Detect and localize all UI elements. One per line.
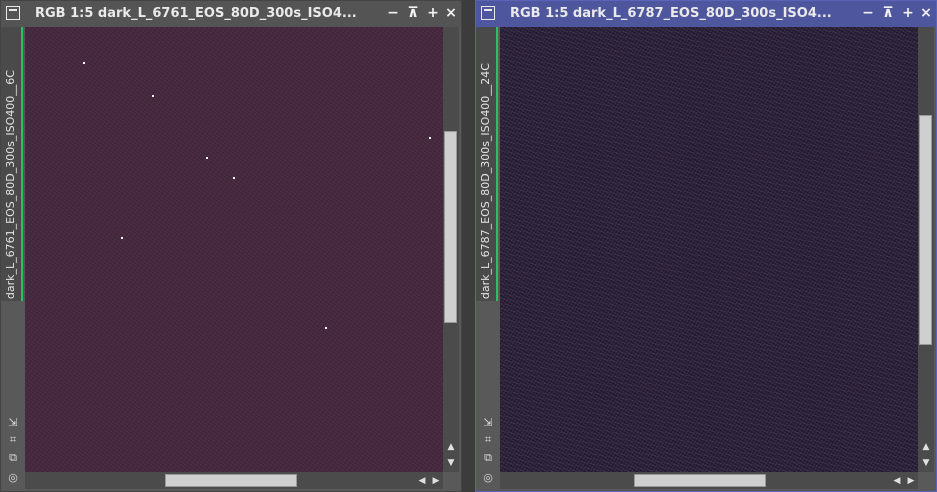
window-1-horizontal-scrollbar[interactable]: ◀ ▶ bbox=[25, 472, 443, 489]
hot-pixel bbox=[206, 157, 208, 159]
minimize-icon[interactable]: − bbox=[860, 5, 876, 21]
window-1-titlebar[interactable]: RGB 1:5 dark_L_6761_EOS_80D_300s_ISO4...… bbox=[1, 1, 461, 27]
window-2-title: RGB 1:5 dark_L_6787_EOS_80D_300s_ISO4... bbox=[510, 6, 832, 21]
image-window-1[interactable]: RGB 1:5 dark_L_6761_EOS_80D_300s_ISO4...… bbox=[0, 0, 462, 492]
window-1-image-view[interactable] bbox=[25, 27, 444, 472]
hot-pixel bbox=[233, 177, 235, 179]
fit-view-icon[interactable]: ⇲ bbox=[6, 416, 20, 430]
window-2-horizontal-thumb[interactable] bbox=[634, 474, 766, 487]
window-1-identifier: dark_L_6761_EOS_80D_300s_ISO400__6C bbox=[4, 69, 17, 299]
clone-icon[interactable]: ⧉ bbox=[481, 451, 495, 465]
zoom-circle-icon[interactable]: ◎ bbox=[481, 471, 495, 485]
fit-view-icon[interactable]: ⇲ bbox=[481, 416, 495, 430]
arrow-down-icon[interactable]: ▼ bbox=[444, 457, 458, 469]
hot-pixel bbox=[429, 137, 431, 139]
window-2-vertical-thumb[interactable] bbox=[919, 115, 932, 345]
crosshair-icon[interactable]: ⌗ bbox=[6, 433, 20, 447]
window-2-identifier: dark_L_6787_EOS_80D_300s_ISO400__24C bbox=[479, 62, 492, 299]
window-2-image-view[interactable] bbox=[500, 27, 919, 472]
image-window-2[interactable]: RGB 1:5 dark_L_6787_EOS_80D_300s_ISO4...… bbox=[475, 0, 937, 492]
window-1-vertical-thumb[interactable] bbox=[444, 131, 457, 323]
crosshair-icon[interactable]: ⌗ bbox=[481, 433, 495, 447]
hot-pixel bbox=[121, 237, 123, 239]
close-icon[interactable]: × bbox=[443, 5, 459, 21]
shade-icon[interactable]: ⊼ bbox=[405, 5, 421, 21]
arrow-left-icon[interactable]: ◀ bbox=[890, 475, 904, 487]
arrow-up-icon[interactable]: ▲ bbox=[919, 441, 933, 453]
hot-pixel bbox=[83, 62, 85, 64]
hot-pixel bbox=[325, 327, 327, 329]
window-2-vertical-scrollbar[interactable]: ▲ ▼ bbox=[918, 27, 934, 472]
zoom-circle-icon[interactable]: ◎ bbox=[6, 471, 20, 485]
arrow-up-icon[interactable]: ▲ bbox=[444, 441, 458, 453]
minimize-icon[interactable]: − bbox=[385, 5, 401, 21]
window-icon[interactable] bbox=[6, 6, 20, 20]
window-icon[interactable] bbox=[481, 6, 495, 20]
clone-icon[interactable]: ⧉ bbox=[6, 451, 20, 465]
arrow-down-icon[interactable]: ▼ bbox=[919, 457, 933, 469]
hot-pixel bbox=[152, 95, 154, 97]
arrow-left-icon[interactable]: ◀ bbox=[415, 475, 429, 487]
window-1-horizontal-thumb[interactable] bbox=[165, 474, 297, 487]
close-icon[interactable]: × bbox=[918, 5, 934, 21]
window-2-titlebar[interactable]: RGB 1:5 dark_L_6787_EOS_80D_300s_ISO4...… bbox=[476, 1, 936, 27]
window-1-title: RGB 1:5 dark_L_6761_EOS_80D_300s_ISO4... bbox=[35, 6, 357, 21]
arrow-right-icon[interactable]: ▶ bbox=[429, 475, 443, 487]
arrow-right-icon[interactable]: ▶ bbox=[904, 475, 918, 487]
window-2-horizontal-scrollbar[interactable]: ◀ ▶ bbox=[500, 472, 918, 489]
window-1-identifier-tab[interactable]: dark_L_6761_EOS_80D_300s_ISO400__6C bbox=[1, 27, 23, 301]
shade-icon[interactable]: ⊼ bbox=[880, 5, 896, 21]
window-1-vertical-scrollbar[interactable]: ▲ ▼ bbox=[443, 27, 459, 472]
maximize-icon[interactable]: + bbox=[425, 5, 441, 21]
window-2-identifier-tab[interactable]: dark_L_6787_EOS_80D_300s_ISO400__24C bbox=[476, 27, 498, 301]
maximize-icon[interactable]: + bbox=[900, 5, 916, 21]
